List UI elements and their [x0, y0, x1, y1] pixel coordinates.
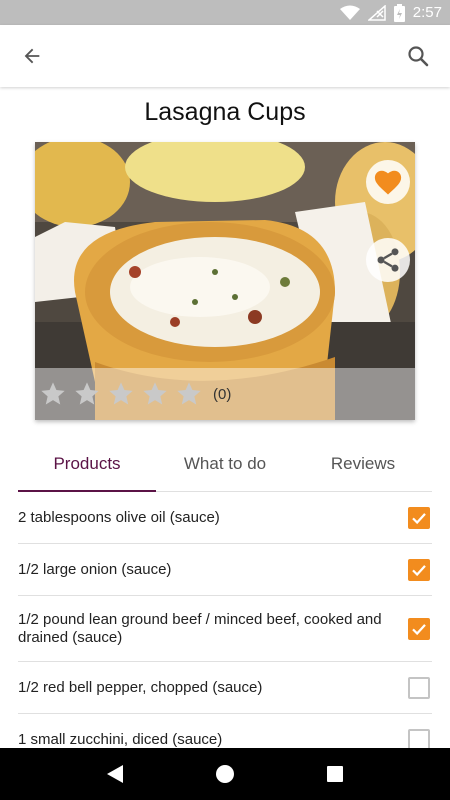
square-recent-icon [327, 766, 343, 782]
favorite-button[interactable] [366, 160, 410, 204]
battery-icon [393, 3, 405, 22]
recipe-image: (0) [35, 142, 415, 420]
wifi-icon [339, 5, 360, 21]
status-bar: 2:57 [0, 0, 450, 25]
tab-what-to-do[interactable]: What to do [156, 436, 294, 491]
triangle-back-icon [107, 765, 123, 783]
rating-count: (0) [213, 385, 232, 403]
product-checkbox[interactable] [408, 558, 430, 581]
rating-bar: (0) [35, 368, 415, 420]
product-checkbox[interactable] [408, 676, 430, 699]
star-icon[interactable] [73, 380, 101, 408]
back-button[interactable] [12, 36, 52, 76]
product-label: 1 small zucchini, diced (sauce) [18, 730, 223, 748]
nav-recent-button[interactable] [315, 754, 355, 794]
search-button[interactable] [398, 36, 438, 76]
circle-home-icon [216, 765, 234, 783]
share-button[interactable] [366, 238, 410, 282]
product-label: 1/2 red bell pepper, chopped (sauce) [18, 678, 263, 696]
star-rating[interactable] [39, 380, 203, 408]
star-icon[interactable] [141, 380, 169, 408]
check-icon [412, 512, 426, 524]
product-list: 2 tablespoons olive oil (sauce) 1/2 larg… [18, 492, 432, 766]
tab-bar: Products What to do Reviews [18, 436, 432, 492]
search-icon [408, 46, 429, 67]
tab-reviews[interactable]: Reviews [294, 436, 432, 491]
check-icon [412, 564, 426, 576]
signal-icon [367, 4, 386, 21]
nav-home-button[interactable] [205, 754, 245, 794]
product-label: 1/2 large onion (sauce) [18, 560, 172, 578]
star-icon[interactable] [107, 380, 135, 408]
star-icon[interactable] [175, 380, 203, 408]
product-label: 2 tablespoons olive oil (sauce) [18, 508, 220, 526]
star-icon[interactable] [39, 380, 67, 408]
product-checkbox[interactable] [408, 506, 430, 529]
status-time: 2:57 [412, 4, 442, 21]
arrow-left-icon [24, 48, 40, 64]
list-item[interactable]: 1/2 large onion (sauce) [18, 544, 432, 596]
heart-icon [374, 170, 402, 195]
app-bar [0, 25, 450, 87]
share-icon [377, 248, 399, 272]
product-checkbox[interactable] [408, 617, 430, 640]
nav-back-button[interactable] [95, 754, 135, 794]
tab-products[interactable]: Products [18, 436, 156, 492]
list-item[interactable]: 2 tablespoons olive oil (sauce) [18, 492, 432, 544]
list-item[interactable]: 1/2 red bell pepper, chopped (sauce) [18, 662, 432, 714]
page-title: Lasagna Cups [144, 98, 306, 126]
product-label: 1/2 pound lean ground beef / minced beef… [18, 610, 382, 646]
list-item[interactable]: 1/2 pound lean ground beef / minced beef… [18, 596, 432, 662]
system-nav-bar [0, 748, 450, 800]
check-icon [412, 623, 426, 635]
